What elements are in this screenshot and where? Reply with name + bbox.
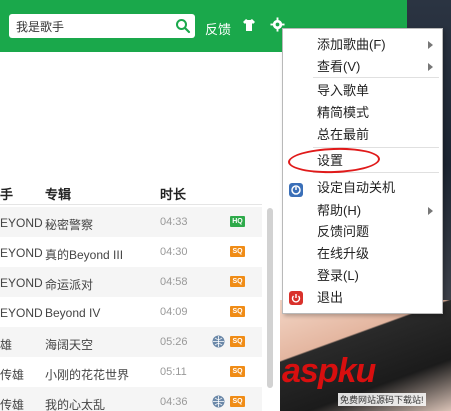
singer-cell: 雄 bbox=[0, 338, 13, 352]
menu-item[interactable]: 在线升级 bbox=[317, 244, 369, 264]
singer-cell: EYOND bbox=[0, 246, 43, 260]
table-row[interactable]: EYOND 秘密警察 04:33 HQ bbox=[0, 207, 262, 237]
table-row[interactable]: 传雄 我的心太乱 04:36 SQ bbox=[0, 387, 262, 411]
duration-cell: 05:11 bbox=[160, 366, 187, 378]
shutdown-timer-icon bbox=[289, 183, 303, 197]
submenu-arrow-icon bbox=[428, 63, 433, 71]
quality-badge: SQ bbox=[230, 306, 245, 317]
table-row[interactable]: 雄 海阔天空 05:26 SQ bbox=[0, 327, 262, 357]
quality-badge: SQ bbox=[230, 396, 245, 407]
column-header-singer[interactable]: 手 bbox=[0, 184, 13, 203]
duration-cell: 04:09 bbox=[160, 306, 188, 318]
quality-badge: HQ bbox=[230, 216, 245, 227]
watermark-caption: 免费网站源码下载站! bbox=[338, 393, 426, 406]
quality-badge: SQ bbox=[230, 336, 245, 347]
table-row[interactable]: EYOND Beyond IV 04:09 SQ bbox=[0, 297, 262, 327]
album-cell[interactable]: 海阔天空 bbox=[45, 336, 93, 353]
album-cell[interactable]: 小刚的花花世界 bbox=[45, 366, 129, 383]
globe-icon[interactable] bbox=[212, 335, 225, 348]
quality-badge: SQ bbox=[230, 246, 245, 257]
quality-badge: SQ bbox=[230, 366, 245, 377]
album-cell[interactable]: Beyond IV bbox=[45, 306, 100, 320]
duration-cell: 04:33 bbox=[160, 216, 188, 228]
table-row[interactable]: EYOND 真的Beyond III 04:30 SQ bbox=[0, 237, 262, 267]
menu-item[interactable]: 查看(V) bbox=[317, 57, 360, 77]
menu-item[interactable]: 设定自动关机 bbox=[317, 178, 395, 198]
table-row[interactable]: EYOND 命运派对 04:58 SQ bbox=[0, 267, 262, 297]
menu-item[interactable]: 总在最前 bbox=[317, 125, 369, 145]
watermark-logo: aspku bbox=[282, 352, 376, 390]
column-header-duration[interactable]: 时长 bbox=[160, 184, 186, 203]
menu-item[interactable]: 帮助(H) bbox=[317, 201, 361, 221]
exit-power-icon bbox=[289, 291, 303, 305]
album-cell[interactable]: 我的心太乱 bbox=[45, 396, 105, 411]
menu-item[interactable]: 导入歌单 bbox=[317, 81, 369, 101]
singer-cell: 传雄 bbox=[0, 398, 25, 411]
search-input[interactable] bbox=[9, 14, 169, 38]
singer-cell: EYOND bbox=[0, 216, 43, 230]
menu-item[interactable]: 添加歌曲(F) bbox=[317, 35, 386, 55]
song-rows: EYOND 秘密警察 04:33 HQ EYOND 真的Beyond III 04:30 SQ… bbox=[0, 207, 262, 411]
menu-item[interactable]: 精简模式 bbox=[317, 103, 369, 123]
search-icon[interactable] bbox=[175, 18, 191, 34]
singer-cell: EYOND bbox=[0, 276, 43, 290]
header-divider bbox=[0, 204, 262, 205]
submenu-arrow-icon bbox=[428, 41, 433, 49]
singer-cell: EYOND bbox=[0, 306, 43, 320]
duration-cell: 04:58 bbox=[160, 276, 188, 288]
search-box bbox=[9, 14, 195, 38]
song-table-header: 手 专辑 时长 bbox=[0, 176, 280, 204]
skin-shirt-icon[interactable] bbox=[242, 18, 256, 32]
menu-item[interactable]: 反馈问题 bbox=[317, 222, 369, 242]
album-cell[interactable]: 秘密警察 bbox=[45, 216, 93, 233]
globe-icon[interactable] bbox=[212, 395, 225, 408]
singer-cell: 传雄 bbox=[0, 368, 25, 382]
album-cell[interactable]: 真的Beyond III bbox=[45, 246, 123, 263]
duration-cell: 04:36 bbox=[160, 396, 188, 408]
menu-separator bbox=[313, 77, 439, 78]
duration-cell: 04:30 bbox=[160, 246, 188, 258]
list-scrollbar[interactable] bbox=[267, 208, 273, 388]
menu-item[interactable]: 登录(L) bbox=[317, 266, 359, 286]
column-header-album[interactable]: 专辑 bbox=[45, 184, 71, 203]
feedback-link[interactable]: 反馈 bbox=[205, 19, 231, 38]
duration-cell: 05:26 bbox=[160, 336, 188, 348]
quality-badge: SQ bbox=[230, 276, 245, 287]
table-row[interactable]: 传雄 小刚的花花世界 05:11 SQ bbox=[0, 357, 262, 387]
menu-item[interactable]: 退出 bbox=[317, 288, 343, 308]
submenu-arrow-icon bbox=[428, 207, 433, 215]
album-cell[interactable]: 命运派对 bbox=[45, 276, 93, 293]
